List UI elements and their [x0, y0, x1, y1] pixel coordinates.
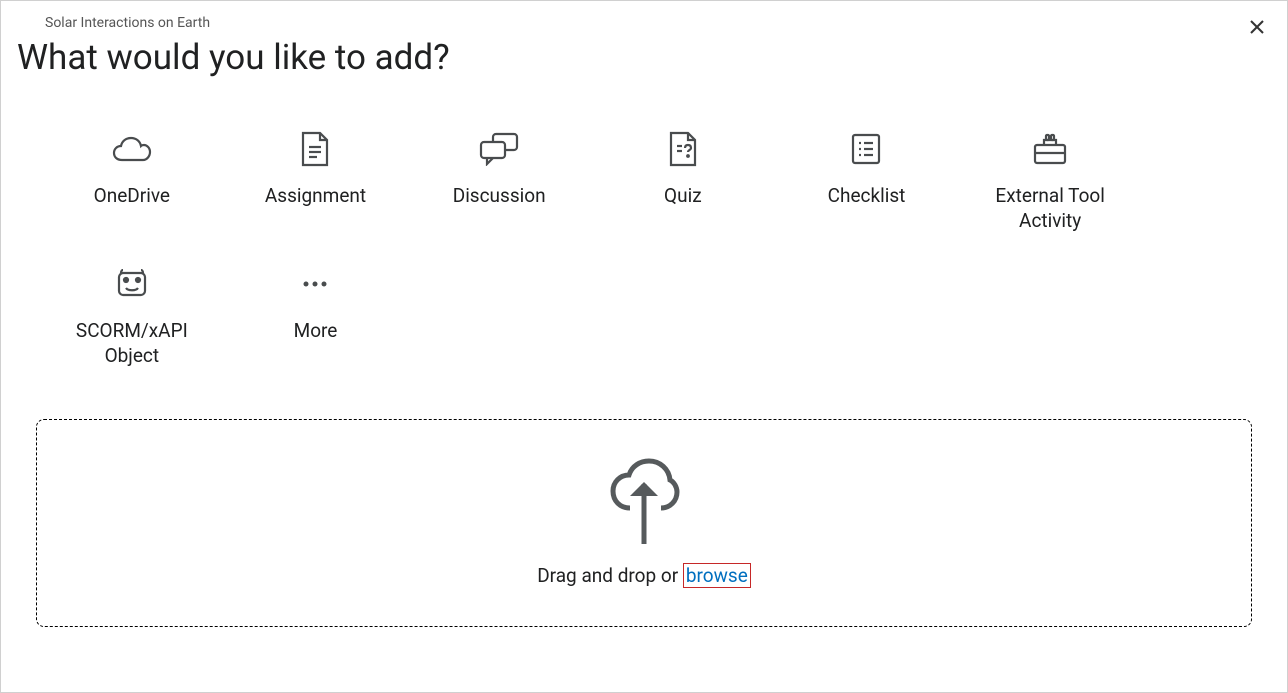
option-scorm[interactable]: SCORM/xAPI Object: [45, 253, 219, 378]
option-label: Discussion: [453, 184, 546, 209]
option-checklist[interactable]: Checklist: [780, 118, 954, 243]
scorm-icon: [111, 263, 153, 305]
option-label: Assignment: [265, 184, 366, 209]
option-external-tool[interactable]: External Tool Activity: [963, 118, 1137, 243]
option-more[interactable]: More: [229, 253, 403, 378]
option-quiz[interactable]: Quiz: [596, 118, 770, 243]
drop-zone-text: Drag and drop or browse: [537, 564, 751, 587]
page-title: What would you like to add?: [17, 37, 1267, 78]
option-label: Quiz: [664, 184, 702, 209]
upload-icon: [608, 458, 680, 548]
cloud-icon: [111, 128, 153, 170]
browse-link[interactable]: browse: [683, 563, 751, 588]
close-button[interactable]: [1245, 15, 1269, 39]
drop-prefix: Drag and drop or: [537, 564, 683, 587]
option-label: External Tool Activity: [970, 184, 1130, 233]
discussion-icon: [478, 128, 520, 170]
option-discussion[interactable]: Discussion: [412, 118, 586, 243]
option-assignment[interactable]: Assignment: [229, 118, 403, 243]
breadcrumb: Solar Interactions on Earth: [45, 15, 1267, 31]
more-icon: [294, 263, 336, 305]
option-label: SCORM/xAPI Object: [52, 319, 212, 368]
close-icon: [1249, 19, 1265, 35]
checklist-icon: [845, 128, 887, 170]
quiz-icon: [662, 128, 704, 170]
option-onedrive[interactable]: OneDrive: [45, 118, 219, 243]
drop-zone[interactable]: Drag and drop or browse: [36, 419, 1252, 627]
option-label: More: [294, 319, 338, 344]
option-label: Checklist: [828, 184, 906, 209]
toolbox-icon: [1029, 128, 1071, 170]
option-label: OneDrive: [94, 184, 170, 209]
document-icon: [294, 128, 336, 170]
